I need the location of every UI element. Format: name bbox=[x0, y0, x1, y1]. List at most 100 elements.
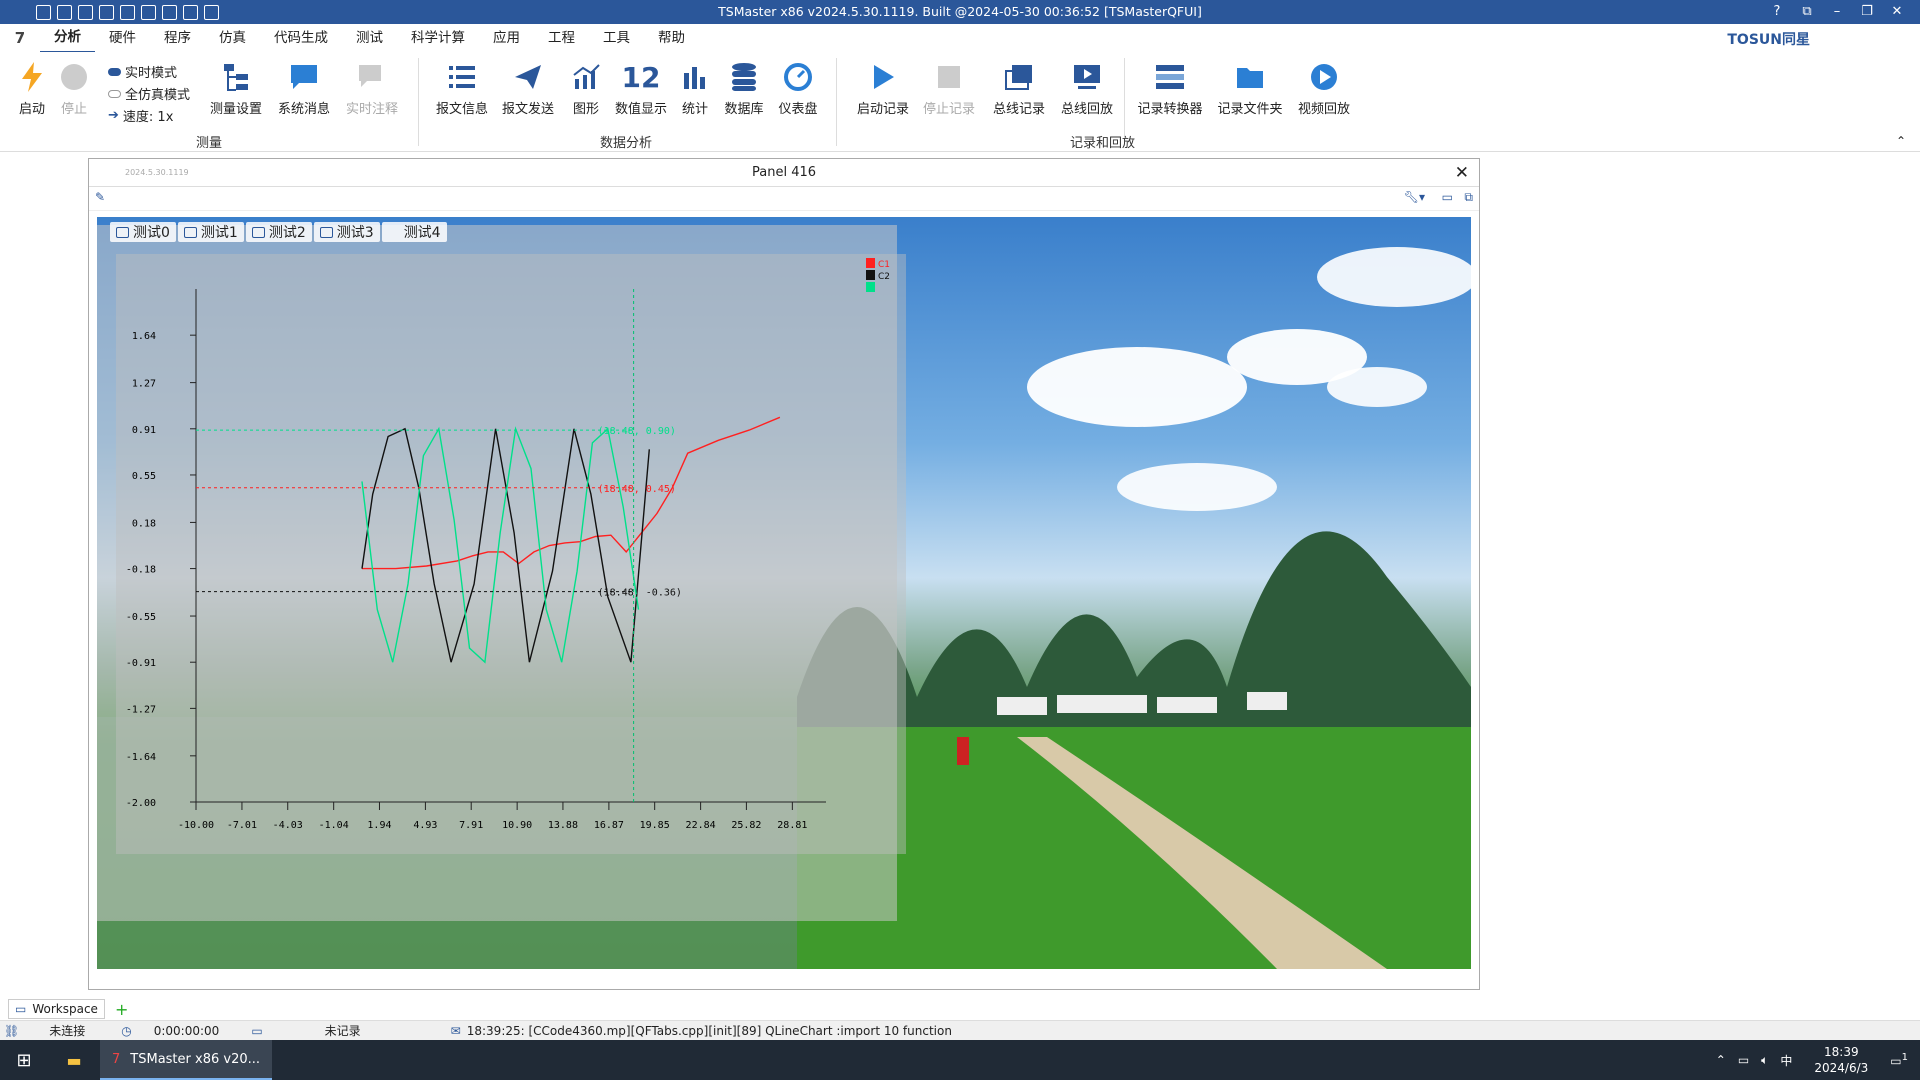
popout-icon[interactable]: ⧉ bbox=[1464, 190, 1473, 205]
video-replay-label: 视频回放 bbox=[1297, 102, 1350, 117]
toggle-on-icon bbox=[108, 67, 121, 76]
start-label: 启动 bbox=[18, 102, 45, 117]
message-info-button[interactable]: 报文信息 bbox=[434, 60, 490, 117]
menu-codegen[interactable]: 代码生成 bbox=[260, 24, 342, 52]
menu-science[interactable]: 科学计算 bbox=[397, 24, 479, 52]
database-label: 数据库 bbox=[724, 102, 764, 117]
x-tick-label: -7.01 bbox=[227, 820, 257, 831]
monitor-icon bbox=[116, 226, 129, 238]
tray-clock[interactable]: 18:39 2024/6/3 bbox=[1814, 1044, 1868, 1076]
monitor-icon bbox=[183, 226, 197, 238]
restore-button[interactable]: ❐ bbox=[1852, 0, 1882, 24]
menu-tools[interactable]: 工具 bbox=[589, 24, 644, 52]
menu-project[interactable]: 工程 bbox=[534, 24, 589, 52]
log-message: 18:39:25: [CCode4360.mp][QFTabs.cpp][ini… bbox=[466, 1023, 952, 1038]
ribbon: 启动 停止 实时模式 全仿真模式 ➔ 速度: 1x 测量设置 系统消息 实时注释 … bbox=[0, 52, 1920, 152]
full-sim-mode-toggle[interactable]: 全仿真模式 bbox=[108, 84, 190, 103]
tab-test1[interactable]: 测试1 bbox=[177, 222, 244, 242]
cursor-label-0: (18.48, 0.45) bbox=[598, 484, 676, 495]
speed-selector[interactable]: ➔ 速度: 1x bbox=[108, 106, 173, 125]
y-tick-label: 0.55 bbox=[132, 471, 156, 482]
graphic-button[interactable]: 图形 bbox=[566, 60, 606, 117]
minimize-button[interactable]: – bbox=[1822, 0, 1852, 24]
stop-recording-button[interactable]: 停止记录 bbox=[920, 60, 978, 117]
lightning-icon bbox=[15, 60, 49, 94]
y-tick-label: -0.55 bbox=[126, 612, 156, 623]
menu-bar: 7 分析 硬件 程序 仿真 代码生成 测试 科学计算 应用 工程 工具 帮助 T… bbox=[0, 23, 1920, 53]
start-button[interactable]: 启动 bbox=[14, 60, 50, 117]
realtime-note-button[interactable]: 实时注释 bbox=[344, 60, 400, 117]
tsmaster-icon: 7 bbox=[112, 1051, 121, 1067]
layout-button[interactable]: ⧉ bbox=[1792, 0, 1822, 24]
stop-button[interactable]: 停止 bbox=[56, 60, 92, 117]
tab-test3[interactable]: 测试3 bbox=[313, 222, 380, 242]
stop-circle-icon bbox=[57, 60, 91, 94]
stop-square-icon bbox=[932, 60, 966, 94]
menu-analysis[interactable]: 分析 bbox=[40, 23, 95, 53]
close-window-button[interactable]: ✕ bbox=[1882, 0, 1912, 24]
app-logo[interactable]: 7 bbox=[0, 29, 40, 47]
bus-record-label: 总线记录 bbox=[992, 102, 1045, 117]
network-icon[interactable]: ▭ bbox=[1738, 1053, 1749, 1067]
window-title: TSMaster x86 v2024.5.30.1119. Built @202… bbox=[718, 4, 1202, 19]
stop-recording-label: 停止记录 bbox=[922, 102, 975, 117]
dashboard-button[interactable]: 仪表盘 bbox=[776, 60, 820, 117]
realtime-mode-toggle[interactable]: 实时模式 bbox=[108, 62, 177, 81]
bus-record-button[interactable]: 总线记录 bbox=[990, 60, 1048, 117]
tab-test4-label: 测试4 bbox=[403, 225, 441, 241]
help-button[interactable]: ? bbox=[1762, 0, 1792, 24]
menu-apps[interactable]: 应用 bbox=[479, 24, 534, 52]
system-message-button[interactable]: 系统消息 bbox=[276, 60, 332, 117]
taskbar-tsmaster-app[interactable]: 7 TSMaster x86 v20... bbox=[100, 1040, 273, 1080]
collapse-ribbon-icon[interactable]: ⌃ bbox=[1896, 134, 1906, 148]
workspace-tab[interactable]: ▭ Workspace bbox=[8, 999, 105, 1019]
clock-icon: ◷ bbox=[121, 1023, 132, 1038]
volume-icon[interactable]: 🔈︎ bbox=[1761, 1053, 1768, 1068]
start-recording-button[interactable]: 启动记录 bbox=[854, 60, 912, 117]
panel-close-button[interactable]: ✕ bbox=[1455, 159, 1469, 187]
full-sim-mode-label: 全仿真模式 bbox=[125, 88, 191, 103]
realtime-note-label: 实时注释 bbox=[345, 102, 398, 117]
message-icon bbox=[287, 60, 321, 94]
record-folder-label: 记录文件夹 bbox=[1217, 102, 1283, 117]
wrench-icon[interactable]: 🔧︎▾ bbox=[1404, 190, 1425, 204]
panel-title-bar: 2024.5.30.1119 Panel 416 ✕ bbox=[89, 159, 1479, 187]
message-send-button[interactable]: 报文发送 bbox=[500, 60, 556, 117]
play-icon bbox=[866, 60, 900, 94]
statistics-button[interactable]: 统计 bbox=[678, 60, 712, 117]
ime-indicator[interactable]: 中 bbox=[1780, 1052, 1792, 1069]
speed-label: 速度: 1x bbox=[122, 110, 174, 125]
file-explorer-icon[interactable]: ▬ bbox=[48, 1051, 100, 1070]
tab-test0[interactable]: 测试0 bbox=[110, 222, 176, 242]
x-tick-label: 19.85 bbox=[640, 820, 670, 831]
tray-chevron-icon[interactable]: ⌃ bbox=[1716, 1053, 1726, 1067]
menu-simulation[interactable]: 仿真 bbox=[205, 24, 260, 52]
notification-icon[interactable]: ▭1 bbox=[1890, 1052, 1908, 1068]
bus-replay-button[interactable]: 总线回放 bbox=[1058, 60, 1116, 117]
menu-test[interactable]: 测试 bbox=[342, 24, 397, 52]
tab-test4[interactable]: 测试4 bbox=[381, 222, 447, 242]
save-panel-icon[interactable]: ▭ bbox=[1442, 190, 1453, 204]
menu-hardware[interactable]: 硬件 bbox=[95, 24, 150, 52]
tree-icon bbox=[219, 60, 253, 94]
tab-test2[interactable]: 测试2 bbox=[245, 222, 312, 242]
database-button[interactable]: 数据库 bbox=[722, 60, 766, 117]
test-tabs: 测试0 测试1 测试2 测试3 测试4 bbox=[110, 222, 447, 242]
y-tick-label: 1.27 bbox=[132, 379, 156, 390]
menu-help[interactable]: 帮助 bbox=[644, 24, 699, 52]
line-chart[interactable]: -10.00 -7.01 -4.03 -1.04 1.94 4.93 7.91 10.90 13… bbox=[116, 254, 906, 854]
video-replay-button[interactable]: 视频回放 bbox=[1294, 60, 1354, 117]
workspace-bar: ▭ Workspace + bbox=[0, 998, 1920, 1020]
start-recording-label: 启动记录 bbox=[856, 102, 909, 117]
measure-setup-label: 测量设置 bbox=[209, 102, 262, 117]
numeric-display-button[interactable]: 12 数值显示 bbox=[612, 60, 670, 118]
measure-setup-button[interactable]: 测量设置 bbox=[208, 60, 264, 117]
record-folder-button[interactable]: 记录文件夹 bbox=[1214, 60, 1286, 117]
windows-start-icon[interactable]: ⊞ bbox=[0, 1050, 48, 1071]
legend-label-1: C2 bbox=[878, 272, 890, 282]
statistics-label: 统计 bbox=[681, 102, 708, 117]
record-converter-button[interactable]: 记录转换器 bbox=[1134, 60, 1206, 117]
menu-program[interactable]: 程序 bbox=[150, 24, 205, 52]
edit-icon[interactable]: ✎ bbox=[95, 190, 105, 204]
add-workspace-button[interactable]: + bbox=[115, 1000, 128, 1019]
